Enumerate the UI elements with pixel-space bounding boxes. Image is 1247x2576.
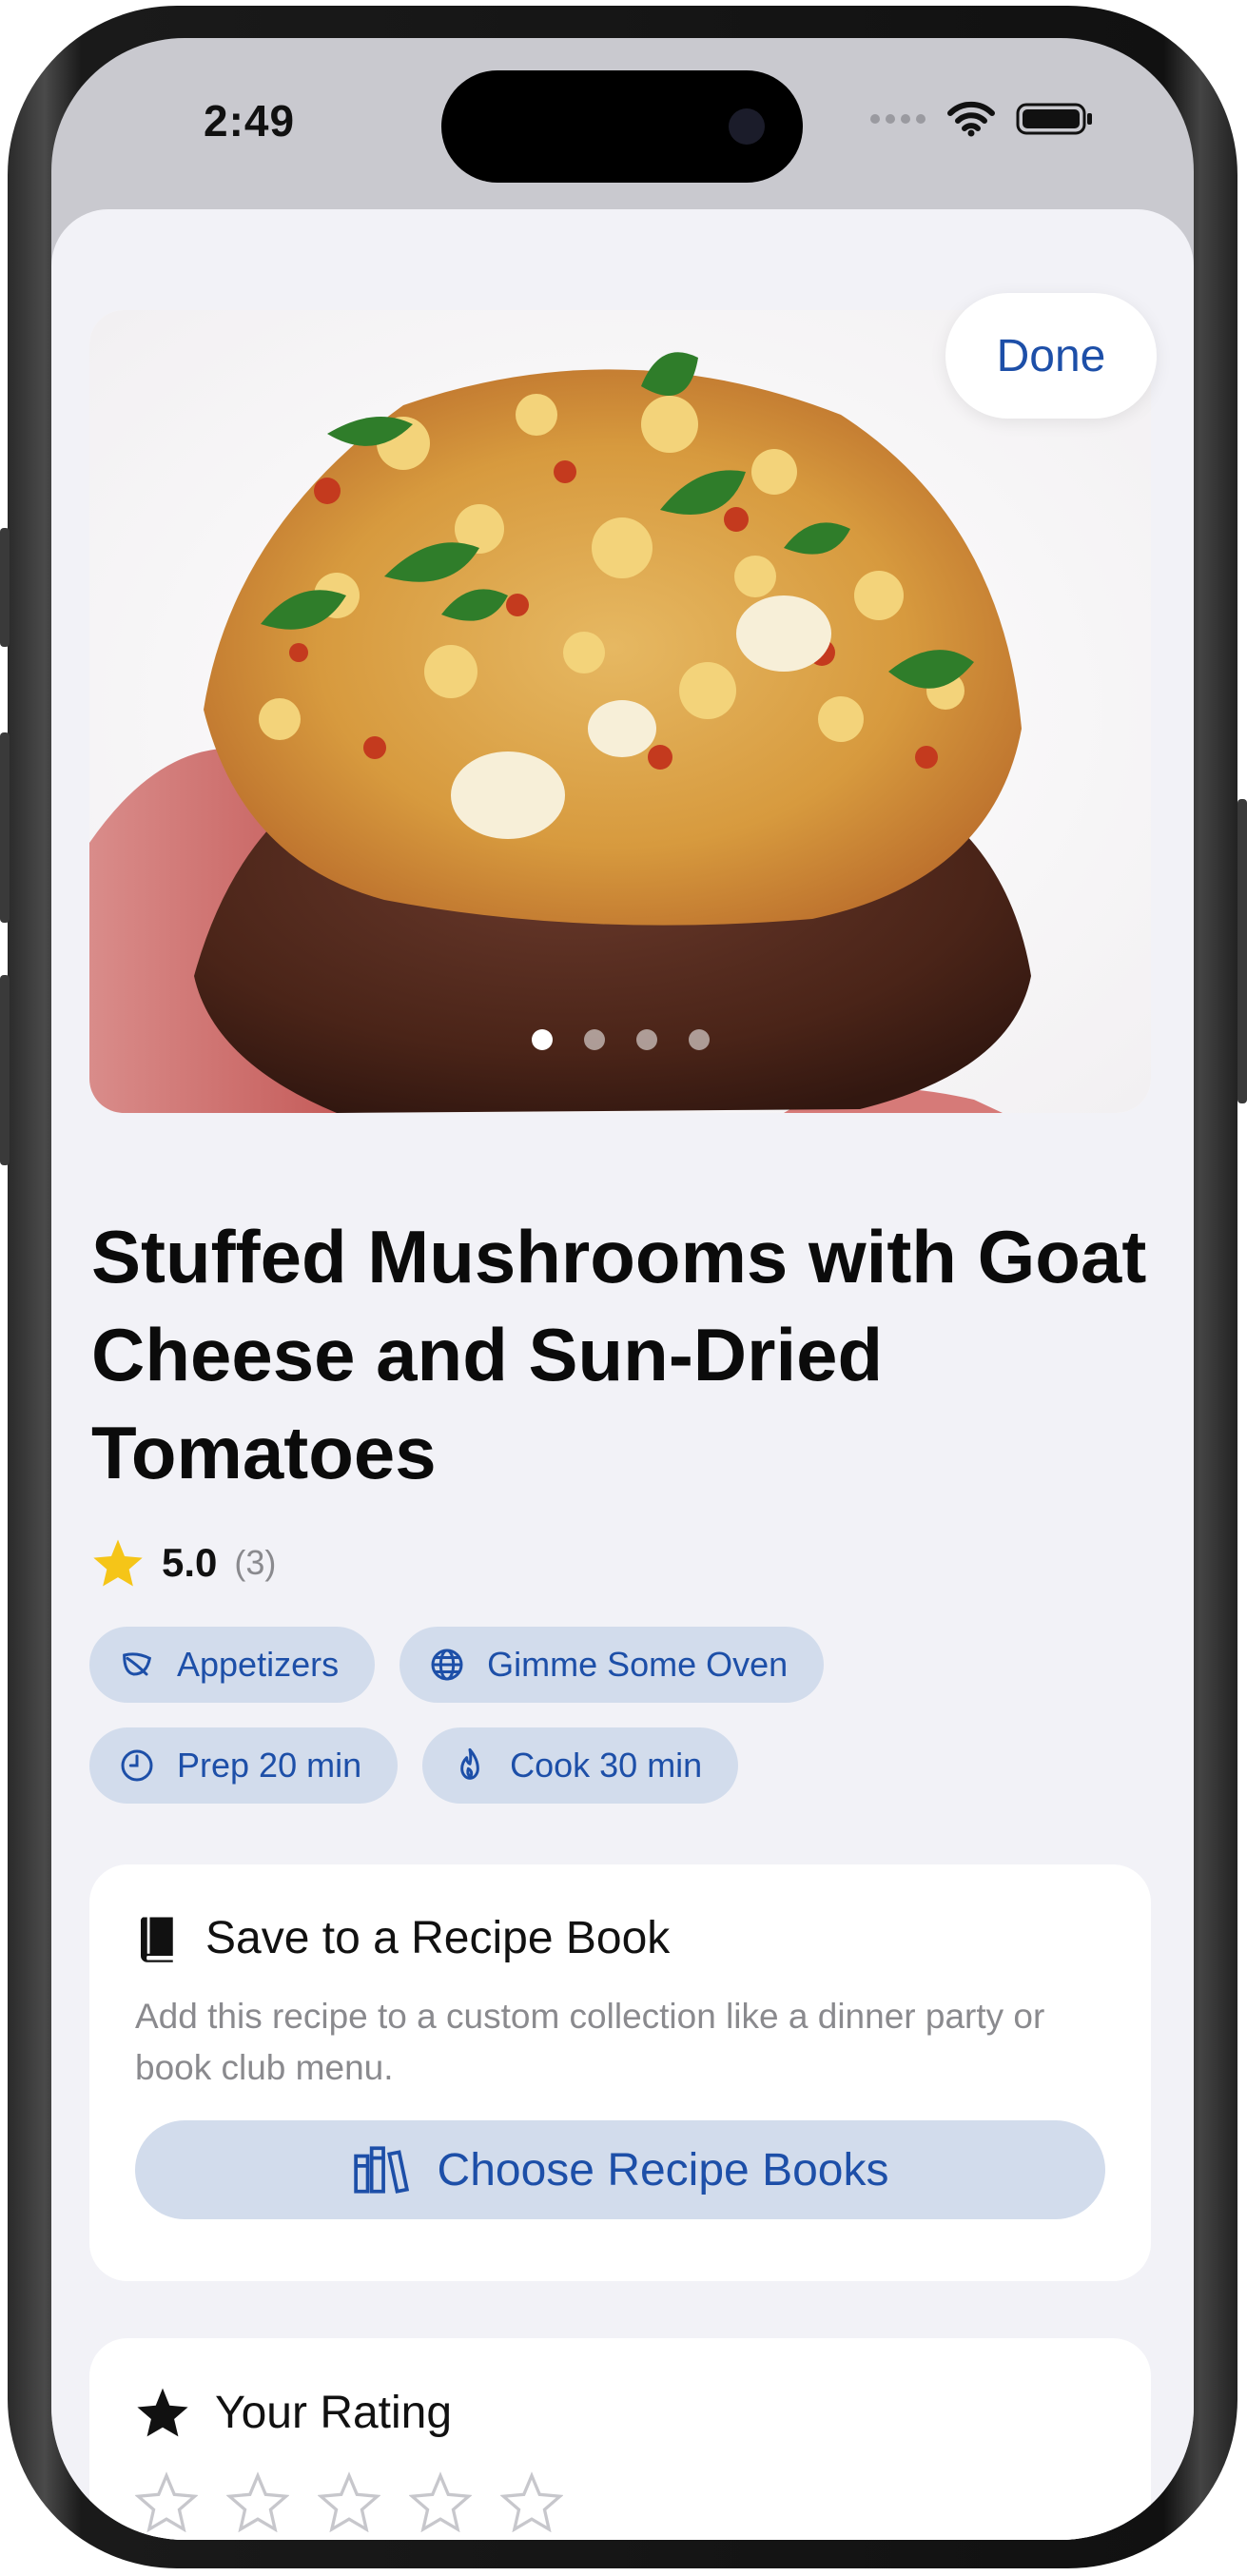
cellular-signal-icon	[870, 114, 926, 124]
page-dot[interactable]	[583, 1029, 605, 1050]
chip-prep-time[interactable]: Prep 20 min	[89, 1727, 399, 1804]
chip-label: Prep 20 min	[177, 1746, 362, 1785]
chip-label: Cook 30 min	[510, 1746, 703, 1785]
star-icon	[137, 2388, 188, 2437]
dynamic-island	[441, 70, 803, 183]
choose-recipe-books-button[interactable]: Choose Recipe Books	[135, 2120, 1105, 2219]
star-filled-icon	[93, 1539, 143, 1587]
rating-count: (3)	[234, 1543, 277, 1582]
done-button[interactable]: Done	[945, 293, 1157, 419]
rating-value: 5.0	[162, 1540, 218, 1585]
chip-label: Gimme Some Oven	[487, 1645, 789, 1684]
camera-icon	[729, 108, 765, 145]
card-title: Save to a Recipe Book	[205, 1913, 671, 1963]
chip-cook-time[interactable]: Cook 30 min	[422, 1727, 739, 1804]
wifi-icon	[947, 101, 995, 137]
recipe-title: Stuffed Mushrooms with Goat Cheese and S…	[91, 1215, 1147, 1494]
page-dot-active[interactable]	[531, 1029, 553, 1050]
star-outline-icon[interactable]	[226, 2471, 289, 2532]
your-rating-card: Your Rating	[89, 2338, 1151, 2540]
recipe-book-card: Save to a Recipe Book Add this recipe to…	[89, 1864, 1151, 2281]
clock-icon	[121, 1749, 153, 1782]
recipe-detail-sheet[interactable]: Done Stuffed Mushrooms with Goat Cheese …	[51, 209, 1194, 2540]
rating-stars[interactable]	[135, 2471, 1105, 2532]
star-outline-icon[interactable]	[318, 2471, 380, 2532]
card-description: Add this recipe to a custom collection l…	[135, 1997, 1045, 2087]
recipe-photo-carousel[interactable]	[89, 310, 1151, 1113]
action-button	[0, 528, 10, 647]
stuffed-mushroom-image	[89, 310, 1151, 1113]
flame-icon	[460, 1747, 479, 1780]
status-time: 2:49	[204, 96, 296, 146]
leaf-icon	[123, 1652, 152, 1676]
screen: 2:49 Done Stuffed Mushrooms with Goat Ch…	[51, 38, 1194, 2540]
chip-source[interactable]: Gimme Some Oven	[399, 1627, 825, 1703]
battery-icon	[1016, 103, 1092, 135]
chip-label: Appetizers	[177, 1645, 340, 1684]
star-outline-icon[interactable]	[135, 2471, 198, 2532]
recipe-tags: Appetizers Gimme Some Oven Prep 20 min C…	[89, 1627, 1145, 1828]
star-outline-icon[interactable]	[409, 2471, 472, 2532]
page-indicator[interactable]	[89, 1029, 1151, 1050]
choose-recipe-books-label: Choose Recipe Books	[437, 2144, 889, 2195]
books-icon	[353, 2146, 409, 2194]
volume-up-button	[0, 732, 10, 923]
page-dot[interactable]	[635, 1029, 657, 1050]
globe-icon	[431, 1649, 463, 1681]
chip-category[interactable]: Appetizers	[89, 1627, 376, 1703]
volume-down-button	[0, 975, 10, 1165]
book-icon	[140, 1917, 173, 1962]
star-outline-icon[interactable]	[500, 2471, 563, 2532]
power-button	[1237, 799, 1247, 1103]
page-dot[interactable]	[688, 1029, 710, 1050]
rating-summary: 5.0 (3)	[91, 1537, 276, 1589]
status-icons	[869, 101, 1094, 137]
card-title: Your Rating	[215, 2387, 453, 2438]
